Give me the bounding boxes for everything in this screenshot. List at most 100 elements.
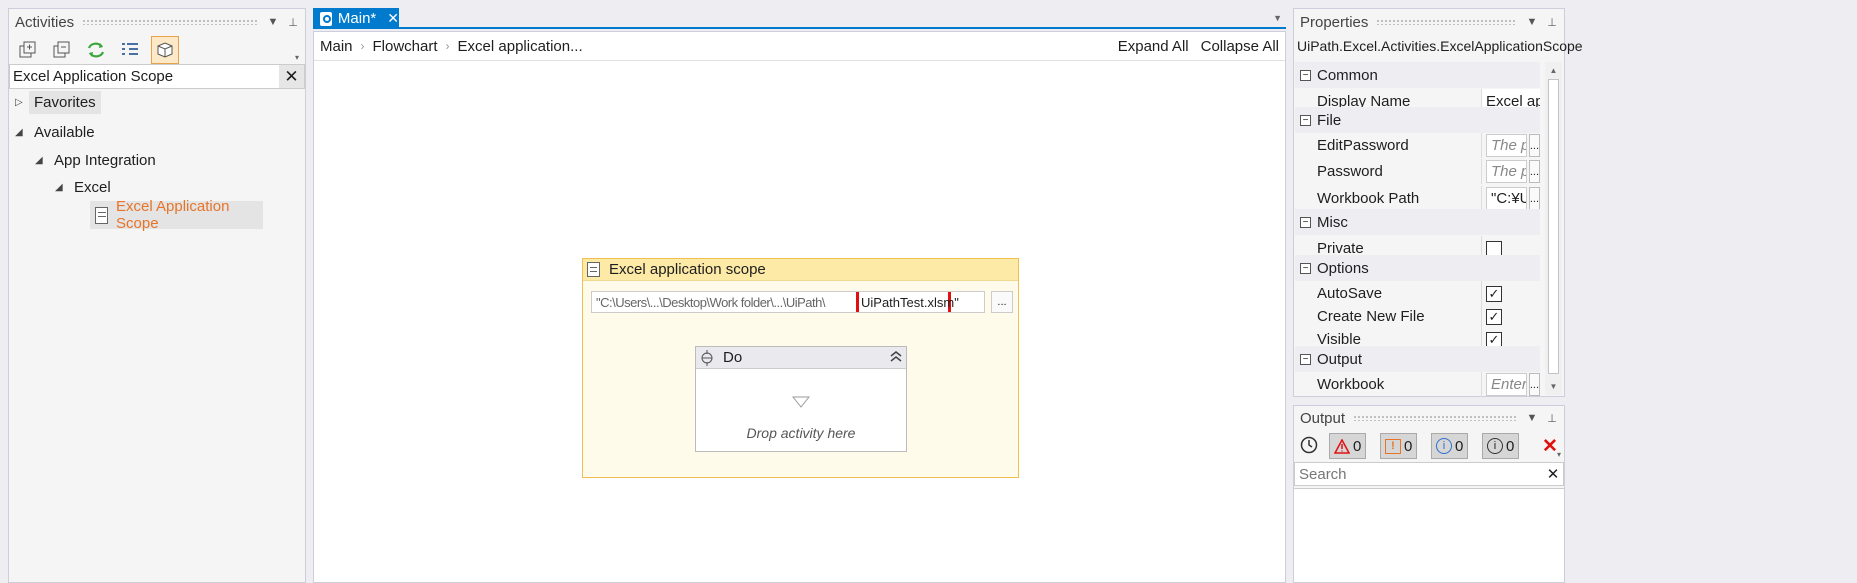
collapse-box-icon[interactable]: − [1300,353,1311,365]
collapse-all-link[interactable]: Collapse All [1201,38,1279,55]
trace-filter[interactable]: i 0 [1482,433,1520,459]
drag-handle[interactable] [1353,415,1516,421]
category-file-label: File [1317,111,1342,129]
category-common[interactable]: − Common [1295,62,1540,88]
collapse-box-icon[interactable]: − [1300,114,1311,126]
pin-icon[interactable]: ⊥ [1544,412,1560,425]
clear-search-icon[interactable]: ✕ [279,65,304,88]
properties-title: Properties [1300,13,1369,31]
clear-search-icon[interactable]: ✕ [1543,465,1563,483]
activities-search-input[interactable]: Excel Application Scope [10,68,279,85]
category-common-label: Common [1317,66,1378,84]
pin-icon[interactable]: ⊥ [1544,16,1560,29]
scroll-down-icon[interactable]: ▼ [1545,378,1562,395]
category-file[interactable]: − File [1295,107,1540,133]
output-search-box[interactable]: Search ✕ [1294,462,1564,486]
clock-icon[interactable] [1299,435,1319,459]
edit-password-input[interactable]: The passw [1486,134,1527,157]
tree-excel[interactable]: ◢ Excel [55,174,111,200]
breadcrumb-excel-application[interactable]: Excel application... [458,38,583,55]
collapse-arrow-icon[interactable]: ◢ [15,127,29,138]
autosave-checkbox[interactable]: ✓ [1486,285,1502,302]
trace-count: 0 [1506,437,1515,455]
tab-main[interactable]: Main* ✕ [313,8,399,29]
tree-excel-label: Excel [74,178,111,196]
collapse-arrow-icon[interactable]: ◢ [35,155,49,166]
tree-excel-application-scope[interactable]: Excel Application Scope [90,198,263,232]
drop-activity-hint[interactable]: Drop activity here [696,425,906,441]
activities-title: Activities [15,13,75,31]
activities-search-box[interactable]: Excel Application Scope ✕ [9,64,305,89]
output-header: Output ▼ ⊥ [1294,406,1564,430]
tree-app-integration[interactable]: ◢ App Integration [35,147,156,173]
toolbar-overflow[interactable]: ▾ [295,53,299,62]
panel-menu-icon[interactable]: ▼ [265,16,281,28]
pin-icon[interactable]: ⊥ [285,16,301,29]
designer-header: Main › Flowchart › Excel application... … [314,32,1285,61]
category-output-label: Output [1317,350,1363,368]
workbook-ellipsis-button[interactable]: ... [1528,373,1540,396]
tree-favorites[interactable]: ▷ Favorites [15,89,101,115]
output-search-input[interactable]: Search [1295,466,1543,483]
excel-application-scope-activity[interactable]: Excel application scope "C:\Users\...\De… [582,258,1019,478]
breadcrumb-separator-icon: › [445,39,450,53]
info-filter[interactable]: i 0 [1431,433,1469,459]
output-panel: Output ▼ ⊥ 0 ! 0 i 0 i 0 ✕ ▾ Search ✕ [1293,405,1565,583]
workbook-path-field[interactable]: "C:\Users\...\Desktop\Work folder\...\Ui… [591,291,985,313]
tree-available[interactable]: ◢ Available [15,119,95,145]
drag-handle[interactable] [1376,19,1516,25]
prop-password: Password The passw ... [1295,158,1540,185]
output-toolbar-overflow[interactable]: ▾ [1557,450,1561,459]
expand-all-icon[interactable] [15,37,41,63]
properties-scrollbar[interactable]: ▲ ▼ [1545,62,1562,395]
scroll-up-icon[interactable]: ▲ [1545,62,1562,79]
warnings-count: 0 [1404,437,1413,455]
tab-list-dropdown-icon[interactable]: ▼ [1273,13,1282,23]
panel-menu-icon[interactable]: ▼ [1524,16,1540,28]
trace-icon: i [1487,438,1503,454]
edit-password-cell: The passw ... [1481,133,1540,158]
workbook-path-ellipsis-button[interactable]: ... [1528,187,1540,210]
category-options[interactable]: − Options [1295,255,1540,281]
expand-all-link[interactable]: Expand All [1118,38,1189,55]
password-input[interactable]: The passw [1486,160,1527,183]
collapse-all-icon[interactable] [49,37,75,63]
breadcrumb-main[interactable]: Main [320,38,353,55]
category-misc[interactable]: − Misc [1295,209,1540,235]
workbook-path-input[interactable]: "C:¥Users¥ [1486,187,1527,210]
package-icon[interactable] [151,36,179,64]
scope-header[interactable]: Excel application scope [583,259,1018,281]
activity-icon [95,206,109,224]
breadcrumb-flowchart[interactable]: Flowchart [373,38,438,55]
collapse-chevron-icon[interactable] [890,350,902,365]
collapse-box-icon[interactable]: − [1300,69,1311,81]
warnings-filter[interactable]: ! 0 [1380,433,1418,459]
tree-favorites-label: Favorites [29,90,101,114]
close-tab-icon[interactable]: ✕ [387,10,399,27]
list-view-icon[interactable] [117,37,143,63]
drag-handle[interactable] [82,19,257,25]
collapse-box-icon[interactable]: − [1300,262,1311,274]
workbook-path-label: Workbook Path [1317,190,1420,207]
scope-title: Excel application scope [609,261,766,278]
clear-output-icon[interactable]: ✕ [1542,435,1558,458]
info-count: 0 [1455,437,1464,455]
errors-filter[interactable]: 0 [1329,433,1367,459]
collapse-box-icon[interactable]: − [1300,216,1311,228]
do-header[interactable]: Do [696,347,906,369]
tree-app-integration-label: App Integration [54,151,156,169]
workbook-output-input[interactable]: Enter a VE [1486,373,1527,396]
tree-excel-app-scope-label: Excel Application Scope [116,198,230,232]
edit-password-ellipsis-button[interactable]: ... [1528,134,1540,157]
browse-path-button[interactable]: ... [991,291,1013,313]
workbook-path-cell: "C:¥Users¥ ... [1481,186,1540,211]
expand-arrow-icon[interactable]: ▷ [15,97,29,108]
password-ellipsis-button[interactable]: ... [1528,160,1540,183]
create-new-file-checkbox[interactable]: ✓ [1486,308,1502,325]
refresh-icon[interactable] [83,37,109,63]
panel-menu-icon[interactable]: ▼ [1524,412,1540,424]
collapse-arrow-icon[interactable]: ◢ [55,182,69,193]
category-output[interactable]: − Output [1295,346,1540,372]
do-sequence[interactable]: Do Drop activity here [695,346,907,452]
scroll-thumb[interactable] [1548,79,1559,374]
